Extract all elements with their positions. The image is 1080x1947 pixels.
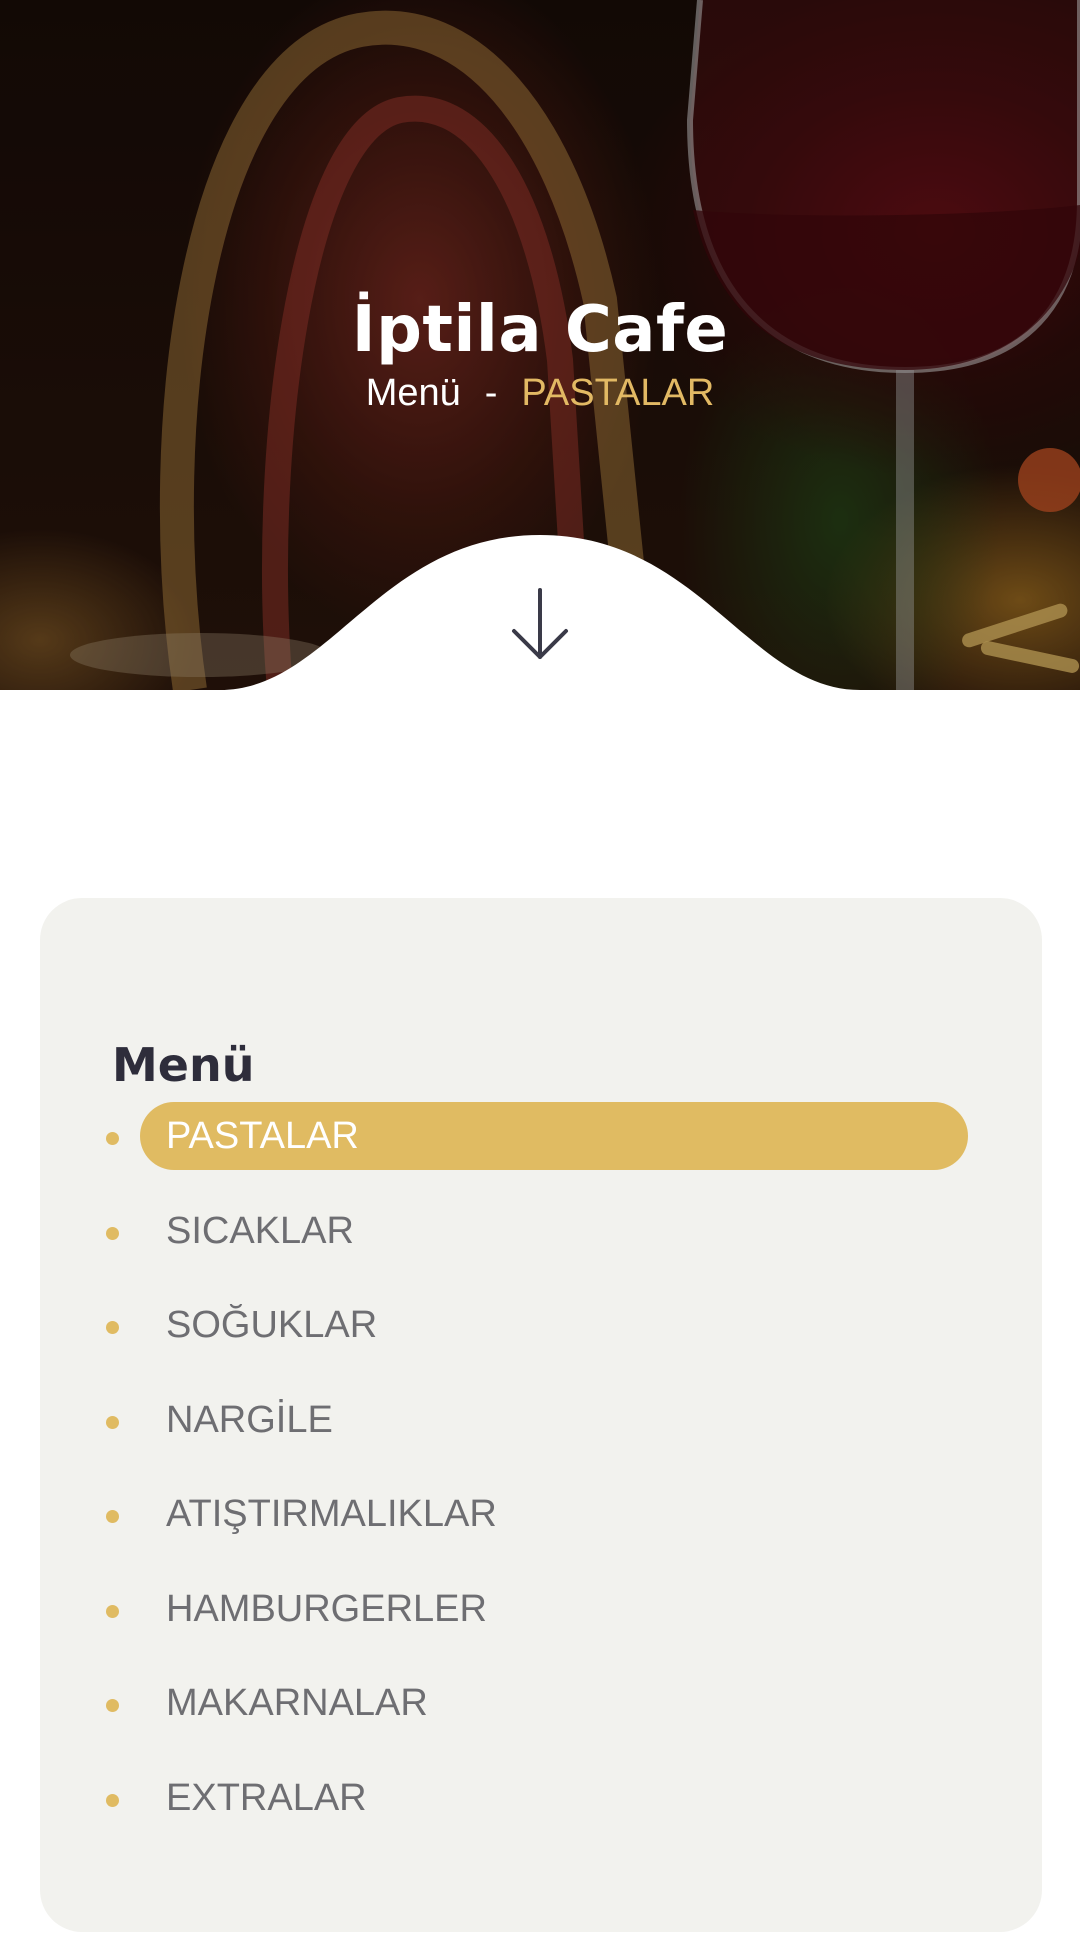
page-title: İptila Cafe xyxy=(351,292,729,367)
bullet-dot-icon xyxy=(106,1793,119,1807)
menu-item-label[interactable]: ATIŞTIRMALIKLAR xyxy=(166,1478,497,1550)
menu-item-label[interactable]: NARGİLE xyxy=(166,1384,333,1456)
breadcrumb-separator: - xyxy=(484,372,498,414)
menu-item-label[interactable]: PASTALAR xyxy=(166,1100,359,1172)
menu-heading: Menü xyxy=(112,1038,255,1093)
menu-category-list: PASTALAR SICAKLAR SOĞUKLAR NARGİLE ATIŞTIRMA… xyxy=(0,1100,1080,1856)
bullet-dot-icon xyxy=(106,1226,119,1240)
menu-item-7[interactable]: MAKARNALAR xyxy=(0,1667,1080,1762)
menu-item-label[interactable]: MAKARNALAR xyxy=(166,1667,428,1739)
bullet-dot-icon xyxy=(106,1321,119,1334)
bullet-dot-icon xyxy=(106,1132,119,1145)
menu-item-label[interactable]: EXTRALAR xyxy=(166,1762,367,1834)
bullet-dot-icon xyxy=(106,1415,119,1429)
breadcrumb-root-link[interactable]: Menü xyxy=(366,372,461,414)
breadcrumb-current: PASTALAR xyxy=(521,372,715,414)
menu-item-2[interactable]: SICAKLAR xyxy=(0,1195,1080,1290)
arrow-down-icon xyxy=(512,588,568,659)
menu-item-1[interactable]: PASTALAR xyxy=(0,1100,1080,1195)
menu-item-4[interactable]: NARGİLE xyxy=(0,1384,1080,1479)
menu-item-8[interactable]: EXTRALAR xyxy=(0,1762,1080,1857)
menu-item-label[interactable]: SICAKLAR xyxy=(166,1195,354,1267)
scroll-down-button[interactable] xyxy=(500,580,580,670)
hero-banner: İptila Cafe Menü - PASTALAR xyxy=(0,0,1080,690)
bullet-dot-icon xyxy=(106,1510,119,1523)
menu-item-label[interactable]: SOĞUKLAR xyxy=(166,1289,377,1361)
menu-item-3[interactable]: SOĞUKLAR xyxy=(0,1289,1080,1384)
bullet-dot-icon xyxy=(106,1699,119,1712)
menu-item-label[interactable]: HAMBURGERLER xyxy=(166,1573,487,1645)
menu-item-6[interactable]: HAMBURGERLER xyxy=(0,1573,1080,1668)
menu-item-5[interactable]: ATIŞTIRMALIKLAR xyxy=(0,1478,1080,1573)
breadcrumb: Menü - PASTALAR xyxy=(0,372,1080,415)
bullet-dot-icon xyxy=(106,1604,119,1618)
